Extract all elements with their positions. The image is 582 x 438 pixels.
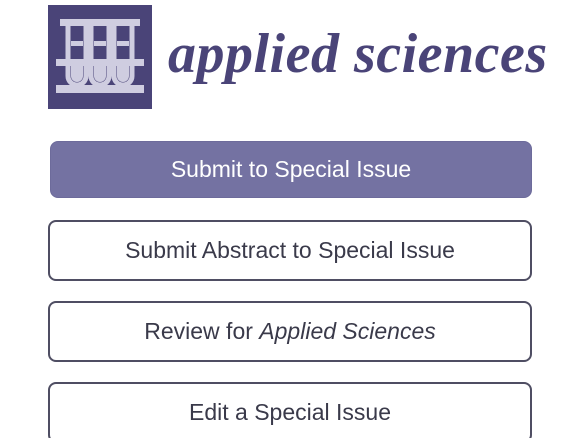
test-tubes-icon — [56, 19, 144, 93]
journal-logo[interactable] — [48, 5, 152, 109]
page: applied sciences Submit to Special Issue… — [0, 0, 582, 438]
review-journal-label: Applied Sciences — [259, 318, 436, 344]
review-for-journal-button[interactable]: Review for Applied Sciences — [48, 301, 532, 362]
journal-title[interactable]: applied sciences — [168, 22, 548, 86]
review-prefix-label: Review for — [144, 318, 260, 344]
edit-special-issue-button[interactable]: Edit a Special Issue — [48, 382, 532, 438]
submit-abstract-button[interactable]: Submit Abstract to Special Issue — [48, 220, 532, 281]
journal-header — [48, 4, 152, 110]
submit-to-special-issue-button[interactable]: Submit to Special Issue — [50, 141, 532, 198]
